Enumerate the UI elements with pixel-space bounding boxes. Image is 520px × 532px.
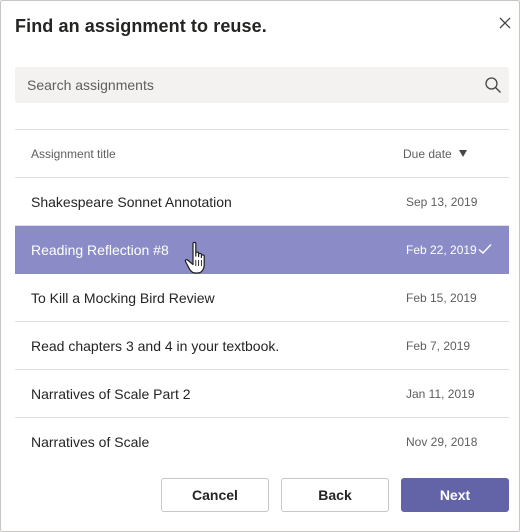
assignment-list: Shakespeare Sonnet Annotation Sep 13, 20… [15,178,509,466]
search-box [15,67,509,103]
caret-down-icon [458,150,467,157]
row-due-date: Sep 13, 2019 [406,195,478,209]
table-header: Assignment title Due date [15,130,509,178]
table-row[interactable]: Narratives of Scale Part 2 Jan 11, 2019 [15,370,509,418]
back-button[interactable]: Back [281,478,389,512]
column-header-due-date-label: Due date [403,147,452,161]
row-title: Narratives of Scale Part 2 [31,386,191,402]
dialog-footer: Cancel Back Next [1,461,519,531]
row-title: Read chapters 3 and 4 in your textbook. [31,338,280,354]
row-due-date: Feb 22, 2019 [406,243,477,257]
column-header-title: Assignment title [31,147,116,161]
search-icon[interactable] [484,76,502,94]
cancel-button[interactable]: Cancel [161,478,269,512]
hand-cursor-icon [184,241,205,274]
row-due-date: Jan 11, 2019 [406,387,475,401]
table-row[interactable]: Read chapters 3 and 4 in your textbook. … [15,322,509,370]
column-header-due-date[interactable]: Due date [403,147,467,161]
check-icon [478,244,492,254]
dialog-title: Find an assignment to reuse. [15,16,267,36]
table-row-selected[interactable]: Reading Reflection #8 Feb 22, 2019 [15,226,509,274]
row-title: To Kill a Mocking Bird Review [31,290,215,306]
close-icon[interactable] [495,13,515,33]
table-row[interactable]: Narratives of Scale Nov 29, 2018 [15,418,509,466]
row-due-date: Nov 29, 2018 [406,435,478,449]
next-button[interactable]: Next [401,478,509,512]
row-due-date: Feb 15, 2019 [406,291,477,305]
row-title: Shakespeare Sonnet Annotation [31,194,232,210]
search-input[interactable] [15,67,455,103]
table-row[interactable]: To Kill a Mocking Bird Review Feb 15, 20… [15,274,509,322]
table-row[interactable]: Shakespeare Sonnet Annotation Sep 13, 20… [15,178,509,226]
row-title: Narratives of Scale [31,434,150,450]
row-due-date: Feb 7, 2019 [406,339,471,353]
reuse-assignment-dialog: Find an assignment to reuse. Assignment … [0,0,520,532]
row-title: Reading Reflection #8 [31,242,169,258]
